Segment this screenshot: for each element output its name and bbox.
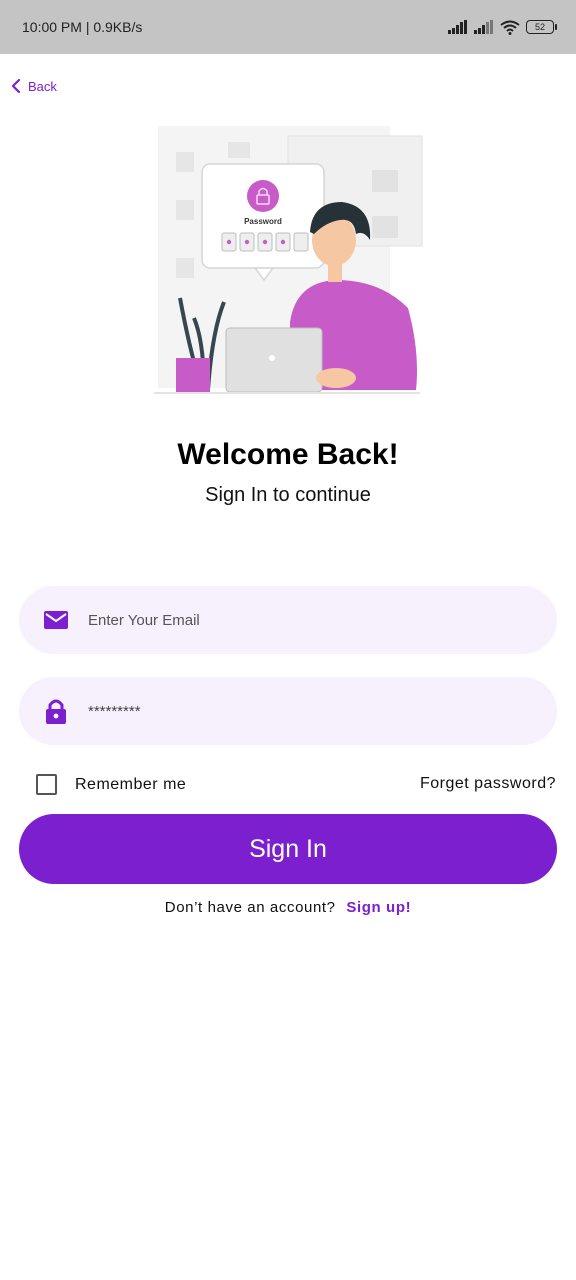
password-field[interactable] — [19, 677, 557, 745]
page-subtitle: Sign In to continue — [205, 484, 371, 506]
page-title: Welcome Back! — [177, 438, 399, 471]
sign-up-link[interactable]: Sign up! — [346, 899, 411, 916]
signal-icon — [448, 20, 467, 34]
mail-icon — [44, 611, 68, 629]
battery-level: 52 — [534, 22, 545, 32]
email-field[interactable] — [19, 586, 557, 654]
remember-me-toggle[interactable]: Remember me — [36, 774, 186, 795]
password-input[interactable] — [88, 702, 508, 720]
status-bar: 10:00 PM | 0.9KB/s 52 — [0, 0, 576, 54]
chevron-left-icon — [11, 78, 21, 94]
lock-icon — [46, 699, 66, 724]
login-illustration: Password — [154, 126, 423, 394]
illustration-password-label: Password — [244, 217, 282, 226]
signal-icon-2 — [474, 20, 493, 34]
forget-password-link[interactable]: Forget password? — [420, 775, 556, 793]
sign-in-button[interactable]: Sign In — [19, 814, 557, 884]
remember-me-label: Remember me — [75, 775, 187, 793]
signup-prompt: Don’t have an account? — [164, 899, 336, 916]
back-label: Back — [28, 78, 57, 94]
wifi-icon — [500, 20, 520, 35]
signup-row: Don’t have an account? Sign up! — [0, 899, 576, 916]
remember-me-checkbox[interactable] — [36, 774, 57, 795]
back-button[interactable]: Back — [10, 78, 57, 94]
email-input[interactable] — [88, 611, 508, 629]
status-icons: 52 — [448, 20, 557, 35]
status-time-speed: 10:00 PM | 0.9KB/s — [22, 19, 143, 35]
battery-icon: 52 — [526, 20, 557, 34]
